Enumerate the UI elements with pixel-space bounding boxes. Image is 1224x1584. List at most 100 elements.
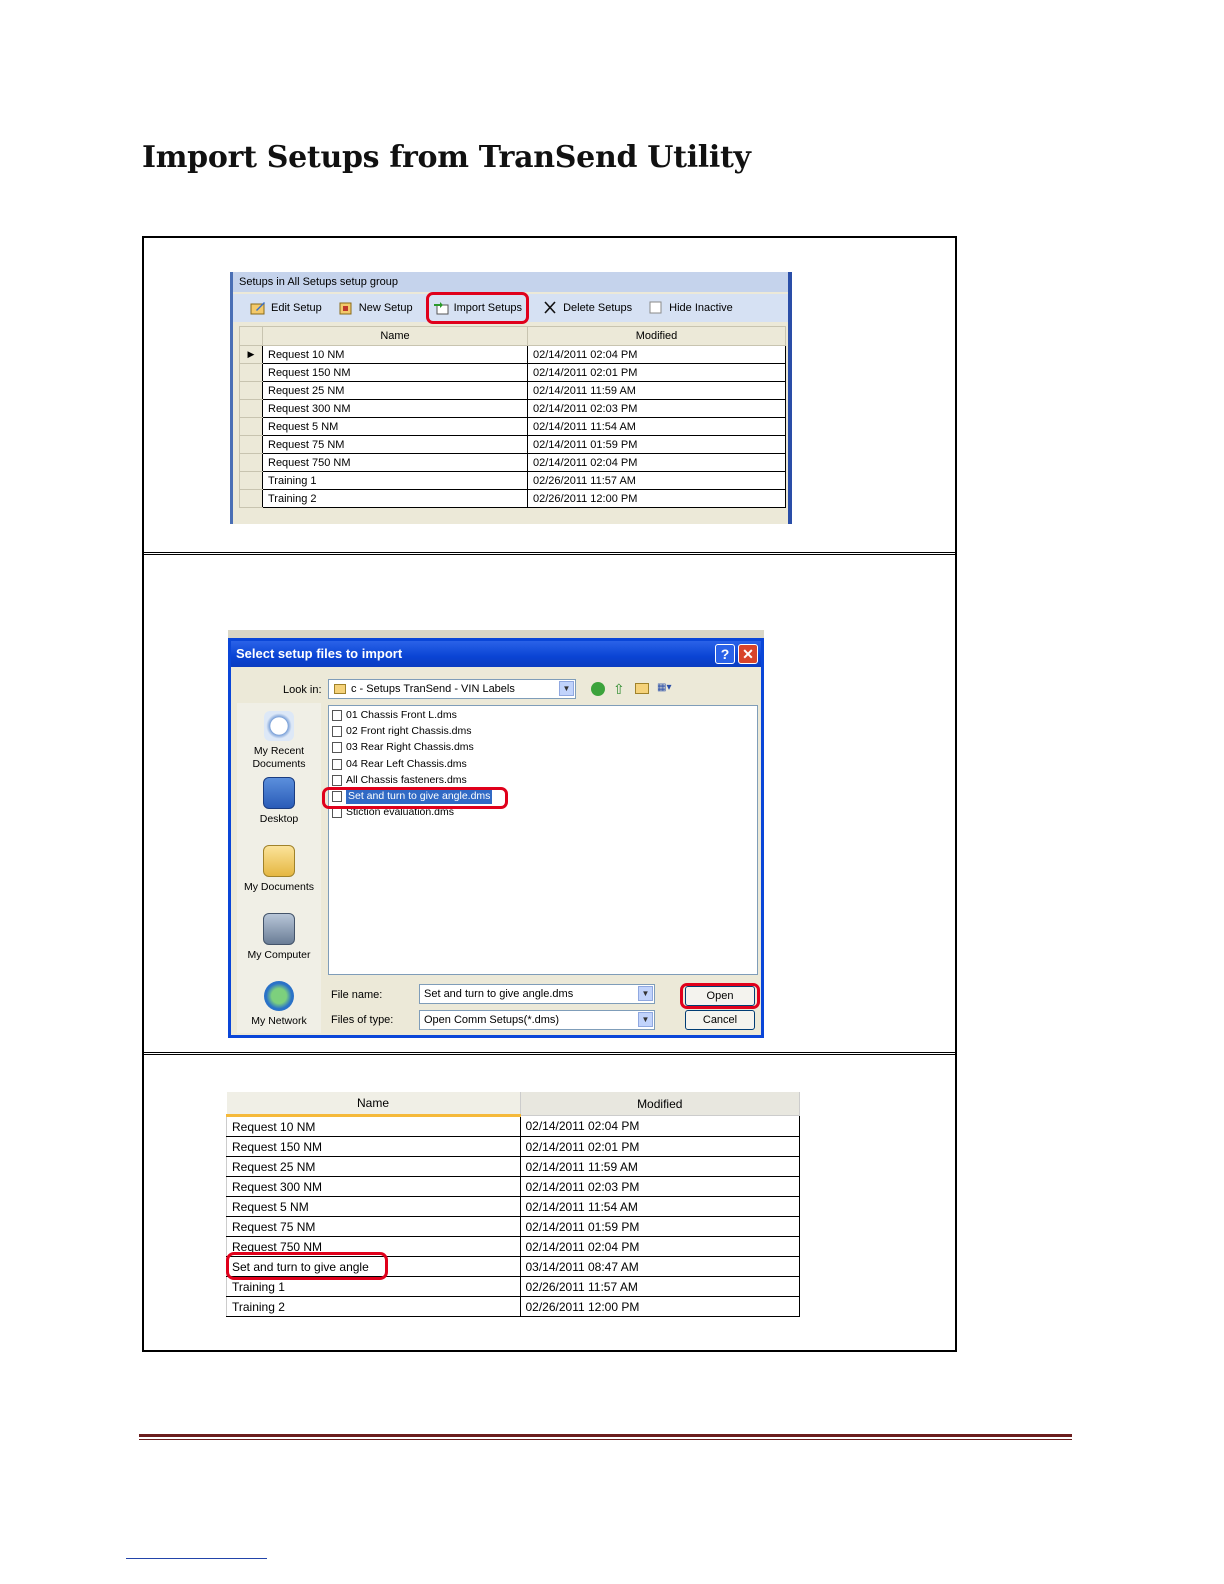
table-row[interactable]: Request 25 NM 02/14/2011 11:59 AM xyxy=(239,381,786,400)
cell-name: Training 2 xyxy=(226,1296,521,1317)
table-row[interactable]: Request 750 NM 02/14/2011 02:04 PM xyxy=(239,453,786,472)
cell-name: Request 75 NM xyxy=(226,1216,521,1237)
row-selector[interactable] xyxy=(239,453,263,472)
file-type-select[interactable]: Open Comm Setups(*.dms) ▼ xyxy=(419,1010,655,1030)
help-button[interactable]: ? xyxy=(715,644,735,664)
checkbox-icon xyxy=(648,301,664,315)
row-selector[interactable] xyxy=(239,489,263,508)
table-row[interactable]: Request 300 NM 02/14/2011 02:03 PM xyxy=(226,1176,800,1197)
file-item[interactable]: 02 Front right Chassis.dms xyxy=(332,724,471,739)
place-desktop[interactable]: Desktop xyxy=(237,777,321,826)
cell-modified: 02/26/2011 11:57 AM xyxy=(527,471,786,490)
column-header-modified[interactable]: Modified xyxy=(527,326,786,346)
column-header-name[interactable]: Name xyxy=(226,1092,521,1117)
file-item[interactable]: 01 Chassis Front L.dms xyxy=(332,708,457,723)
hide-inactive-toggle[interactable]: Hide Inactive xyxy=(645,297,736,319)
cell-name: Request 25 NM xyxy=(262,381,528,400)
place-my-computer[interactable]: My Computer xyxy=(237,913,321,962)
table-row[interactable]: Request 300 NM 02/14/2011 02:03 PM xyxy=(239,399,786,418)
cell-modified: 02/14/2011 01:59 PM xyxy=(519,1216,800,1237)
cell-modified: 02/26/2011 12:00 PM xyxy=(527,489,786,508)
file-type-value: Open Comm Setups(*.dms) xyxy=(424,1014,560,1026)
new-folder-icon[interactable] xyxy=(635,683,649,694)
selected-file-highlight xyxy=(322,787,508,809)
table-row[interactable]: Request 75 NM 02/14/2011 01:59 PM xyxy=(226,1216,800,1237)
cell-modified: 02/14/2011 02:01 PM xyxy=(519,1136,800,1157)
row-pointer-icon[interactable]: ▶ xyxy=(239,345,263,364)
delete-setups-button[interactable]: Delete Setups xyxy=(539,297,635,319)
file-list: 01 Chassis Front L.dms 02 Front right Cha… xyxy=(328,705,758,975)
table-row[interactable]: Training 2 02/26/2011 12:00 PM xyxy=(239,489,786,508)
place-my-documents[interactable]: My Documents xyxy=(237,845,321,894)
file-item[interactable]: All Chassis fasteners.dms xyxy=(332,773,467,788)
column-header-name[interactable]: Name xyxy=(262,326,528,346)
row-selector[interactable] xyxy=(239,399,263,418)
cell-name: Request 10 NM xyxy=(226,1115,521,1137)
cell-name: Request 150 NM xyxy=(226,1136,521,1157)
cell-name: Request 10 NM xyxy=(262,345,528,364)
panel-divider xyxy=(144,552,955,555)
background-window-peek xyxy=(228,630,764,638)
file-name-input[interactable]: Set and turn to give angle.dms ▼ xyxy=(419,984,655,1004)
cell-name: Request 5 NM xyxy=(226,1196,521,1217)
table-row[interactable]: Training 2 02/26/2011 12:00 PM xyxy=(226,1296,800,1317)
file-name: 01 Chassis Front L.dms xyxy=(346,709,457,721)
edit-setup-button[interactable]: Edit Setup xyxy=(247,297,325,319)
cell-modified: 02/26/2011 11:57 AM xyxy=(519,1276,800,1297)
open-button-highlight xyxy=(680,983,760,1009)
recent-documents-icon xyxy=(264,711,294,741)
cancel-button[interactable]: Cancel xyxy=(685,1010,755,1030)
row-selector[interactable] xyxy=(239,381,263,400)
panel-divider xyxy=(144,1052,955,1055)
row-selector[interactable] xyxy=(239,471,263,490)
up-folder-icon[interactable]: ⇧ xyxy=(613,681,625,698)
place-my-recent-documents[interactable]: My Recent Documents xyxy=(237,711,321,771)
place-my-network[interactable]: My Network xyxy=(237,981,321,1028)
file-item[interactable]: 03 Rear Right Chassis.dms xyxy=(332,740,474,755)
table-row[interactable]: ▶ Request 10 NM 02/14/2011 02:04 PM xyxy=(239,345,786,364)
row-selector[interactable] xyxy=(239,417,263,436)
grid-caption: Setups in All Setups setup group xyxy=(233,272,788,292)
cell-modified: 02/26/2011 12:00 PM xyxy=(519,1296,800,1317)
new-setup-icon xyxy=(338,301,354,315)
import-setups-label: Import Setups xyxy=(453,302,523,314)
row-selector[interactable] xyxy=(239,435,263,454)
back-icon[interactable] xyxy=(591,682,605,696)
row-selector[interactable] xyxy=(239,363,263,382)
cell-modified: 02/14/2011 11:54 AM xyxy=(527,417,786,436)
view-menu-icon[interactable]: ▦▾ xyxy=(657,682,679,695)
updated-setups-table: Name Modified Request 10 NM 02/14/2011 02… xyxy=(226,1092,800,1317)
close-button[interactable]: ✕ xyxy=(738,644,758,664)
file-icon xyxy=(332,742,342,754)
look-in-select[interactable]: c - Setups TranSend - VIN Labels ▼ xyxy=(328,679,576,699)
import-setups-button[interactable]: Import Setups xyxy=(425,292,530,324)
setups-table: Name Modified ▶ Request 10 NM 02/14/2011 0… xyxy=(239,326,786,508)
my-network-icon xyxy=(264,981,294,1011)
file-type-label: Files of type: xyxy=(331,1014,394,1026)
table-row[interactable]: Training 1 02/26/2011 11:57 AM xyxy=(239,471,786,490)
column-header-modified[interactable]: Modified xyxy=(520,1092,800,1116)
new-setup-highlight xyxy=(226,1252,388,1280)
cell-modified: 02/14/2011 11:54 AM xyxy=(519,1196,800,1217)
table-row[interactable]: Request 5 NM 02/14/2011 11:54 AM xyxy=(239,417,786,436)
cell-name: Request 25 NM xyxy=(226,1156,521,1177)
table-row[interactable]: Request 150 NM 02/14/2011 02:01 PM xyxy=(226,1136,800,1157)
table-row[interactable]: Request 75 NM 02/14/2011 01:59 PM xyxy=(239,435,786,454)
setups-toolbar: Edit Setup New Setup Import Setups Delet… xyxy=(233,292,788,324)
chevron-down-icon: ▼ xyxy=(559,681,574,696)
file-item[interactable]: 04 Rear Left Chassis.dms xyxy=(332,757,467,772)
table-row[interactable]: Request 5 NM 02/14/2011 11:54 AM xyxy=(226,1196,800,1217)
file-name-value: Set and turn to give angle.dms xyxy=(424,988,574,1000)
dialog-title: Select setup files to import ? ✕ xyxy=(231,641,761,667)
look-in-value: c - Setups TranSend - VIN Labels xyxy=(351,683,515,695)
table-row[interactable]: Request 150 NM 02/14/2011 02:01 PM xyxy=(239,363,786,382)
cell-modified: 03/14/2011 08:47 AM xyxy=(519,1256,800,1277)
page-title: Import Setups from TranSend Utility xyxy=(142,140,751,175)
dialog-title-text: Select setup files to import xyxy=(236,646,403,661)
table-row[interactable]: Request 10 NM 02/14/2011 02:04 PM xyxy=(226,1115,800,1137)
delete-setups-label: Delete Setups xyxy=(563,302,633,314)
file-icon xyxy=(332,726,342,738)
table-row[interactable]: Request 25 NM 02/14/2011 11:59 AM xyxy=(226,1156,800,1177)
cell-name: Request 150 NM xyxy=(262,363,528,382)
new-setup-button[interactable]: New Setup xyxy=(335,297,416,319)
